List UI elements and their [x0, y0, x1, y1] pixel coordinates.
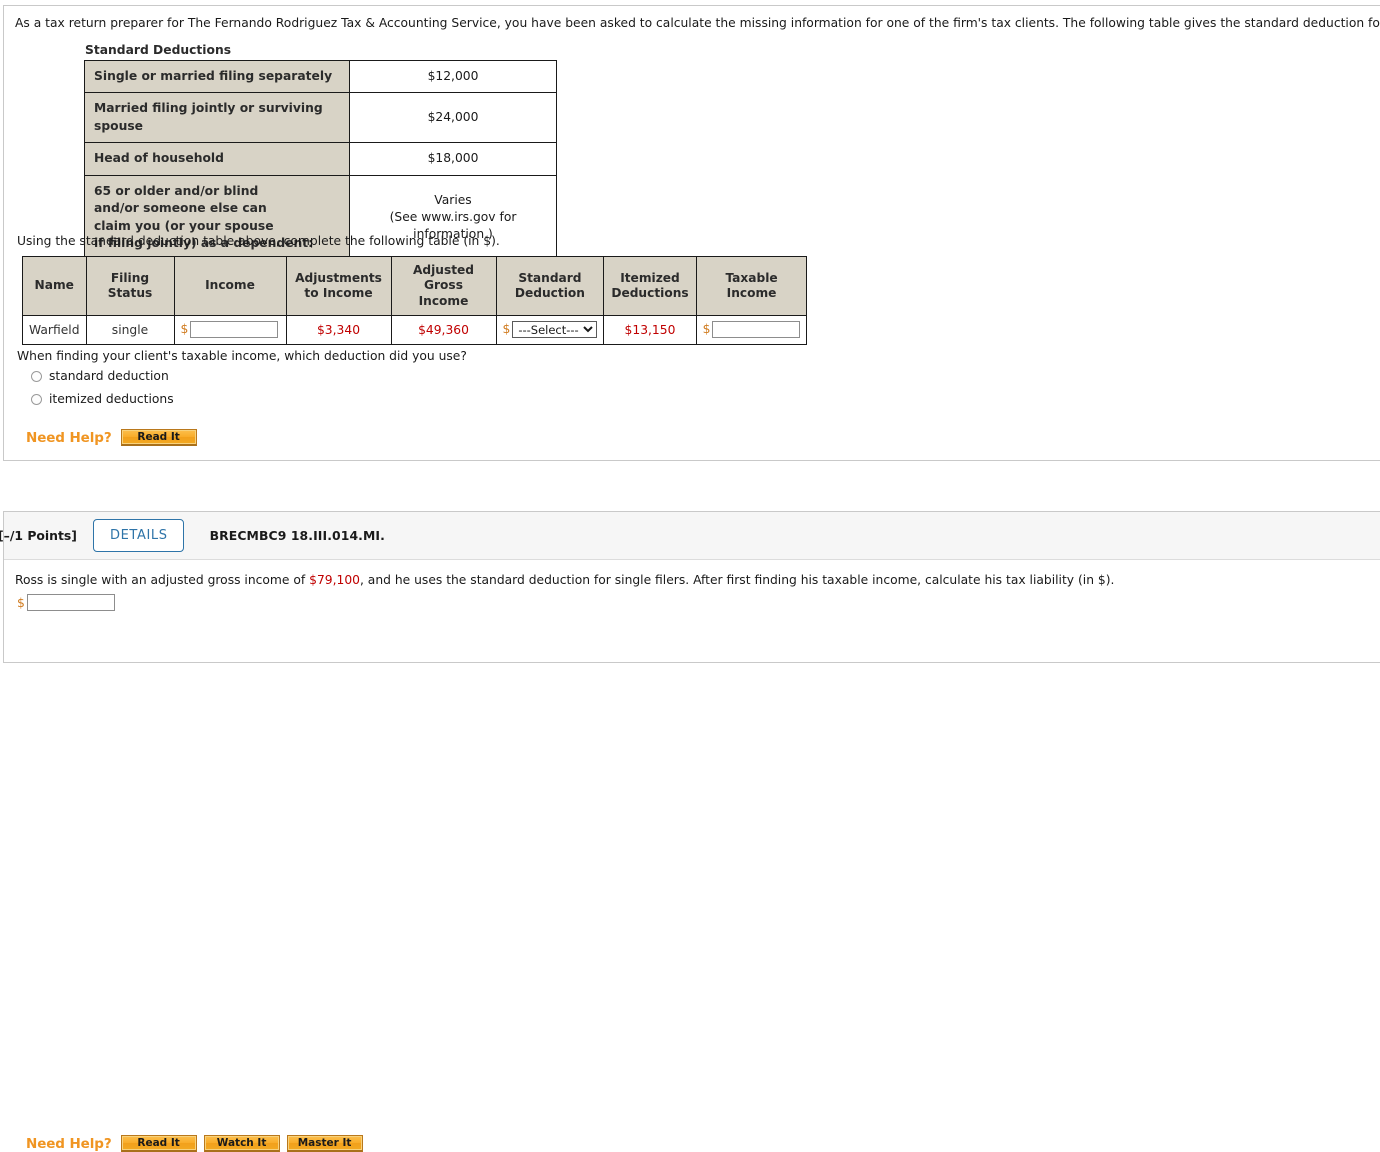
- need-help-label: Need Help?: [26, 429, 112, 446]
- need-help-row-2: Need Help? Read It Watch It Master It: [26, 1135, 370, 1152]
- sd-value-head-of-household: $18,000: [349, 142, 557, 176]
- income-input[interactable]: [190, 321, 279, 339]
- deduction-question-label: When finding your client's taxable incom…: [17, 349, 467, 363]
- question-section-1: As a tax return preparer for The Fernand…: [3, 5, 1380, 461]
- sd-label-head-of-household: Head of household: [84, 142, 350, 176]
- table-row: Married filing jointly or surviving spou…: [84, 92, 557, 144]
- sd-value-married-jointly: $24,000: [349, 92, 557, 144]
- cell-name: Warfield: [22, 314, 87, 345]
- table-header-row: Name Filing Status Income Adjustments to…: [22, 256, 808, 316]
- tax-liability-input[interactable]: [26, 594, 115, 611]
- dollar-sign-income: $: [180, 322, 189, 337]
- intro-paragraph: As a tax return preparer for The Fernand…: [15, 16, 1380, 30]
- using-table-instruction: Using the standard deduction table above…: [17, 234, 500, 248]
- need-help-row-1: Need Help? Read It: [26, 429, 204, 446]
- question-code: BRECMBC9 18.III.014.MI.: [209, 528, 385, 543]
- radio-circle-icon[interactable]: [31, 370, 42, 382]
- radio-label: itemized deductions: [49, 392, 174, 406]
- watch-it-button[interactable]: Watch It: [203, 1135, 280, 1152]
- col-header-filing-status: Filing Status: [85, 256, 175, 316]
- standard-deductions-title: Standard Deductions: [85, 43, 232, 57]
- dollar-sign-taxable-income: $: [702, 322, 711, 337]
- table-row: Single or married filing separately $12,…: [84, 59, 557, 94]
- cell-taxable-income: $: [695, 314, 808, 345]
- radio-circle-icon[interactable]: [31, 393, 42, 405]
- col-header-itemized-deductions: Itemized Deductions: [603, 256, 697, 316]
- col-header-taxable-income: Taxable Income: [695, 256, 808, 316]
- details-button[interactable]: DETAILS: [93, 519, 184, 552]
- col-header-standard-deduction: Standard Deduction: [495, 256, 605, 316]
- radio-option-itemized-deductions[interactable]: itemized deductions: [31, 392, 174, 406]
- client-data-table: Name Filing Status Income Adjustments to…: [22, 256, 808, 345]
- sd-label-single: Single or married filing separately: [84, 59, 350, 94]
- master-it-button[interactable]: Master It: [286, 1135, 363, 1152]
- cell-adjustments-to-income: $3,340: [285, 314, 392, 345]
- prompt-amount: $79,100: [309, 573, 360, 587]
- cell-standard-deduction: $ ---Select---: [495, 314, 605, 345]
- cell-itemized-deductions: $13,150: [603, 314, 697, 345]
- radio-option-standard-deduction[interactable]: standard deduction: [31, 369, 169, 383]
- table-row: Warfield single $ $3,340 $49,360 $ ---Se…: [22, 314, 808, 345]
- cell-filing-status: single: [85, 314, 175, 345]
- dollar-sign-standard-deduction: $: [502, 322, 511, 337]
- col-header-income: Income: [173, 256, 287, 316]
- col-header-name: Name: [22, 256, 87, 316]
- col-header-adjusted-gross-income: Adjusted Gross Income: [390, 256, 497, 316]
- col-header-adjustments-to-income: Adjustments to Income: [285, 256, 392, 316]
- standard-deductions-table: Single or married filing separately $12,…: [84, 59, 557, 261]
- cell-adjusted-gross-income: $49,360: [390, 314, 497, 345]
- table-row: Head of household $18,000: [84, 142, 557, 176]
- standard-deduction-select[interactable]: ---Select---: [512, 321, 598, 339]
- prompt-before: Ross is single with an adjusted gross in…: [15, 573, 310, 587]
- read-it-button[interactable]: Read It: [120, 1135, 197, 1152]
- question-2-paragraph: Ross is single with an adjusted gross in…: [15, 572, 1114, 589]
- radio-label: standard deduction: [49, 369, 169, 383]
- cell-income: $: [173, 314, 287, 345]
- sd-value-single: $12,000: [349, 59, 557, 94]
- dollar-sign-answer: $: [17, 595, 25, 610]
- sd-label-married-jointly: Married filing jointly or surviving spou…: [84, 92, 350, 144]
- answer-row: $: [17, 594, 115, 611]
- question-header-bar: [–/1 Points] DETAILS BRECMBC9 18.III.014…: [0, 512, 1380, 560]
- taxable-income-input[interactable]: [712, 321, 801, 339]
- question-section-2: [–/1 Points] DETAILS BRECMBC9 18.III.014…: [0, 511, 1380, 1152]
- points-label: [–/1 Points]: [0, 528, 77, 543]
- prompt-after: , and he uses the standard deduction for…: [359, 573, 1115, 587]
- need-help-label: Need Help?: [26, 1135, 112, 1152]
- read-it-button[interactable]: Read It: [120, 429, 197, 446]
